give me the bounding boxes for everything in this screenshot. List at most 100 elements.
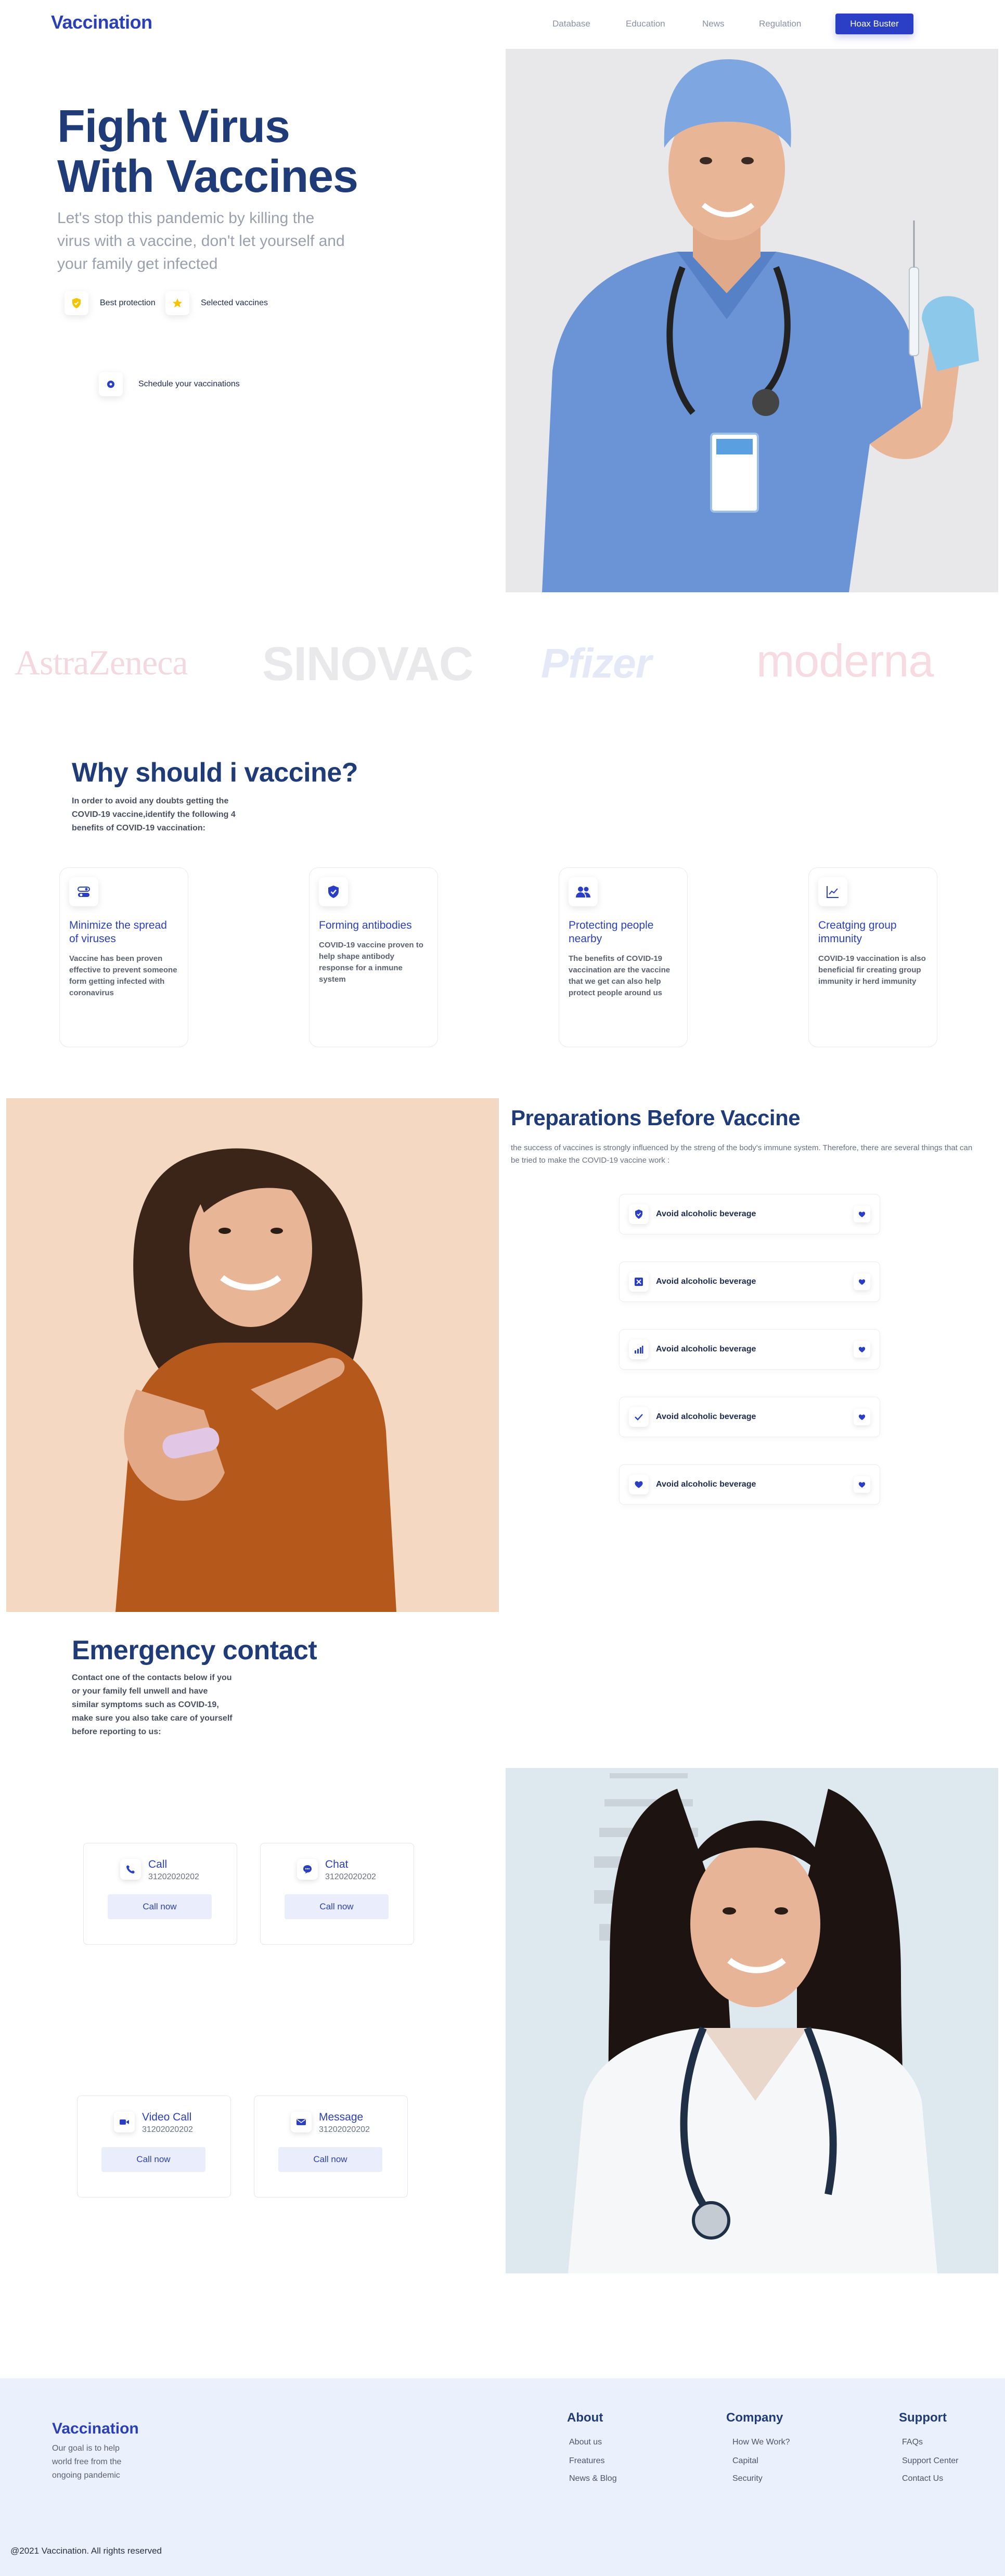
- prep-item-label: Avoid alcoholic beverage: [656, 1480, 756, 1489]
- video-icon: [114, 2112, 135, 2132]
- footer-col-title: Support: [899, 2411, 947, 2425]
- copyright-text: @2021 Vaccination. All rights reserved: [10, 2546, 162, 2556]
- card-text: Vaccine has been proven effective to pre…: [69, 954, 177, 997]
- hero-subtitle: Let's stop this pandemic by killing the …: [57, 210, 345, 272]
- prep-item-label: Avoid alcoholic beverage: [656, 1209, 756, 1218]
- footer-logo[interactable]: Vaccination: [52, 2420, 139, 2438]
- shield-check-icon: [319, 877, 348, 906]
- prep-item-label: Avoid alcoholic beverage: [656, 1412, 756, 1421]
- hoax-buster-button[interactable]: Hoax Buster: [835, 14, 913, 34]
- contact-info: Call 31202020202: [148, 1859, 199, 1882]
- footer-col-title: Company: [726, 2411, 783, 2425]
- prep-item[interactable]: Avoid alcoholic beverage: [619, 1397, 880, 1437]
- footer-col-title: About: [567, 2411, 603, 2425]
- heart-icon: [629, 1475, 649, 1494]
- contact-card-head: Chat 31202020202: [297, 1859, 376, 1882]
- why-title: Why should i vaccine?: [72, 758, 358, 788]
- brand-sinovac-logo: SINOVAC: [262, 638, 473, 691]
- chart-icon: [818, 877, 847, 906]
- cross-box-icon: [629, 1272, 649, 1292]
- shield-icon: [65, 291, 88, 315]
- schedule-label: Schedule your vaccinations: [138, 380, 240, 388]
- contact-number: 31202020202: [142, 2125, 193, 2134]
- prep-item[interactable]: Avoid alcoholic beverage: [619, 1261, 880, 1302]
- contact-info: Chat 31202020202: [325, 1859, 376, 1882]
- footer-link[interactable]: Capital: [732, 2456, 758, 2466]
- footer-link[interactable]: News & Blog: [569, 2474, 617, 2483]
- footer-link[interactable]: FAQs: [902, 2438, 923, 2447]
- contact-info: Message 31202020202: [319, 2112, 370, 2135]
- contact-card-chat: Chat 31202020202 Call now: [260, 1843, 414, 1945]
- heart-icon[interactable]: [854, 1476, 870, 1493]
- contact-card-message: Message 31202020202 Call now: [254, 2096, 408, 2197]
- footer-link[interactable]: Support Center: [902, 2456, 959, 2466]
- benefit-card: Creatging group immunity COVID-19 vaccin…: [808, 867, 937, 1047]
- call-now-button[interactable]: Call now: [108, 1894, 212, 1919]
- call-now-button[interactable]: Call now: [285, 1894, 389, 1919]
- footer-tagline: Our goal is to help world free from the …: [52, 2444, 122, 2480]
- card-title: Forming antibodies: [319, 919, 412, 931]
- card-title: Minimize the spread of viruses: [69, 919, 167, 945]
- heart-icon[interactable]: [854, 1273, 870, 1290]
- footer-link[interactable]: Contact Us: [902, 2474, 943, 2483]
- shield-icon: [629, 1204, 649, 1224]
- call-now-button[interactable]: Call now: [101, 2147, 205, 2172]
- footer-link[interactable]: Freatures: [569, 2456, 604, 2466]
- nav-link-education[interactable]: Education: [626, 19, 665, 29]
- benefit-card: Minimize the spread of viruses Vaccine h…: [59, 867, 188, 1047]
- brand-moderna-logo: moderna: [756, 635, 934, 686]
- hero-title: Fight Virus With Vaccines: [57, 101, 358, 201]
- footer-link[interactable]: About us: [569, 2438, 602, 2447]
- prep-item-label: Avoid alcoholic beverage: [656, 1277, 756, 1286]
- contact-card-head: Video Call 31202020202: [114, 2112, 193, 2135]
- heart-icon[interactable]: [854, 1206, 870, 1222]
- vaccinated-woman-photo: [6, 1098, 499, 1612]
- footer-link[interactable]: How We Work?: [732, 2438, 790, 2447]
- badge-label: Selected vaccines: [201, 298, 268, 307]
- contact-title: Call: [148, 1858, 168, 1870]
- card-title: Creatging group immunity: [818, 919, 897, 945]
- badge-selected-vaccines: Selected vaccines: [165, 291, 268, 315]
- contact-card-head: Message 31202020202: [291, 2112, 370, 2135]
- nav-link-news[interactable]: News: [702, 19, 725, 29]
- footer-link[interactable]: Security: [732, 2474, 763, 2483]
- contact-number: 31202020202: [325, 1872, 376, 1881]
- prep-item[interactable]: Avoid alcoholic beverage: [619, 1329, 880, 1370]
- emergency-title: Emergency contact: [72, 1635, 317, 1666]
- call-now-button[interactable]: Call now: [278, 2147, 382, 2172]
- prep-text: the success of vaccines is strongly infl…: [511, 1143, 973, 1165]
- hero-title-line1: Fight Virus: [57, 100, 290, 152]
- brand-pfizer-logo: Pfizer: [541, 640, 652, 686]
- card-text: COVID-19 vaccine proven to help shape an…: [319, 941, 423, 984]
- benefit-card: Forming antibodies COVID-19 vaccine prov…: [309, 867, 438, 1047]
- nav-link-database[interactable]: Database: [552, 19, 590, 29]
- people-icon: [569, 877, 598, 906]
- contact-title: Chat: [325, 1858, 349, 1870]
- prep-item[interactable]: Avoid alcoholic beverage: [619, 1464, 880, 1505]
- card-text: The benefits of COVID-19 vaccination are…: [569, 954, 671, 997]
- toggle-icon: [69, 877, 98, 906]
- card-text: COVID-19 vaccination is also beneficial …: [818, 954, 926, 986]
- contact-card-head: Call 31202020202: [120, 1859, 199, 1882]
- card-title: Protecting people nearby: [569, 919, 654, 945]
- female-doctor-photo: [506, 1768, 998, 2273]
- check-icon: [629, 1407, 649, 1427]
- prep-item-label: Avoid alcoholic beverage: [656, 1345, 756, 1354]
- site-logo[interactable]: Vaccination: [51, 11, 152, 33]
- bars-icon: [629, 1339, 649, 1359]
- schedule-vaccinations-link[interactable]: Schedule your vaccinations: [99, 372, 240, 396]
- prep-title: Preparations Before Vaccine: [511, 1105, 801, 1130]
- dot-icon: [99, 372, 123, 396]
- contact-title: Video Call: [142, 2111, 192, 2123]
- mail-icon: [291, 2112, 312, 2132]
- heart-icon[interactable]: [854, 1341, 870, 1358]
- contact-card-call: Call 31202020202 Call now: [83, 1843, 237, 1945]
- phone-icon: [120, 1859, 141, 1880]
- prep-item[interactable]: Avoid alcoholic beverage: [619, 1194, 880, 1234]
- contact-info: Video Call 31202020202: [142, 2112, 193, 2135]
- contact-card-video-call: Video Call 31202020202 Call now: [77, 2096, 231, 2197]
- badge-label: Best protection: [100, 298, 156, 307]
- nav-link-regulation[interactable]: Regulation: [759, 19, 801, 29]
- why-text: In order to avoid any doubts getting the…: [72, 797, 236, 832]
- heart-icon[interactable]: [854, 1409, 870, 1425]
